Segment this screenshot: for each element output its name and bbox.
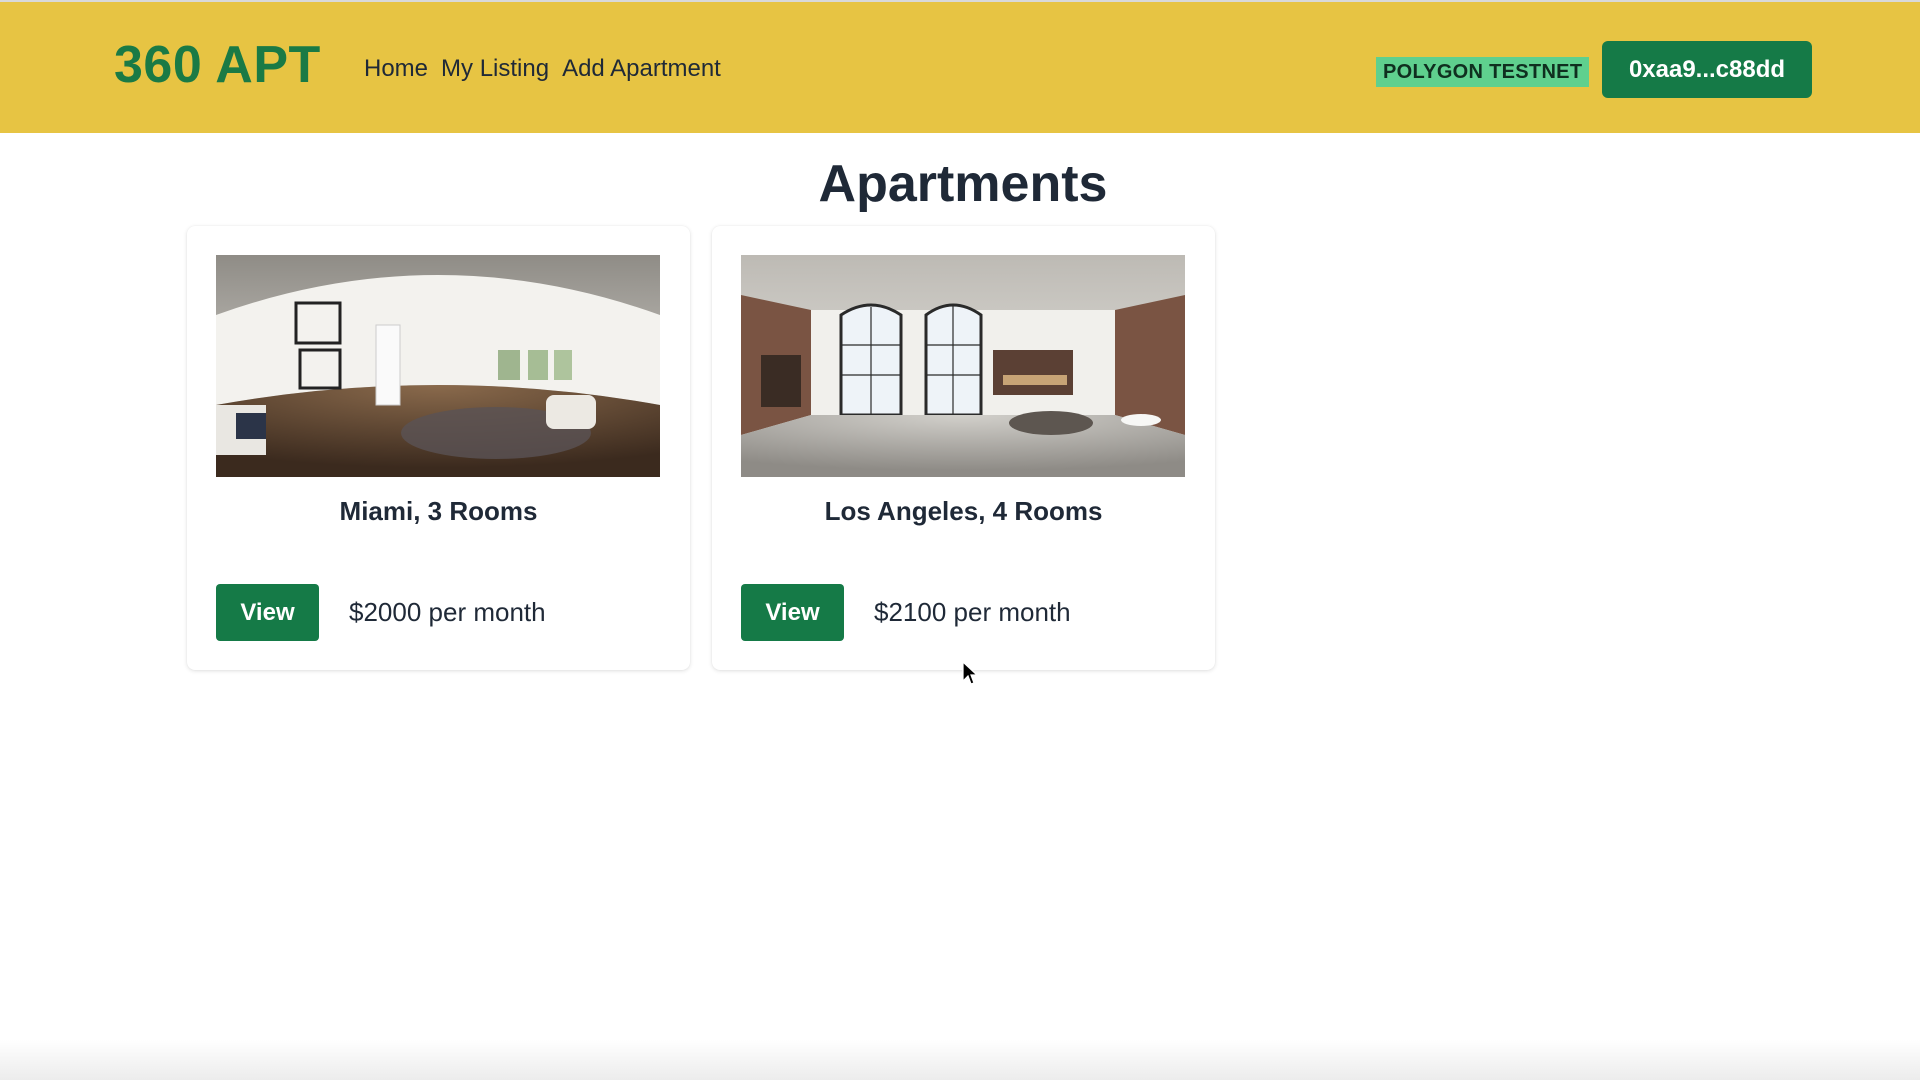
nav-home-link[interactable]: Home <box>364 54 428 84</box>
listing-card-los-angeles: Los Angeles, 4 Rooms View $2100 per mont… <box>712 226 1215 670</box>
listing-price: $2000 per month <box>349 597 546 627</box>
listing-title: Miami, 3 Rooms <box>339 496 538 526</box>
view-button[interactable]: View <box>216 584 319 641</box>
page-title: Apartments <box>818 155 1108 213</box>
main-nav: Home My Listing Add Apartment <box>364 54 721 84</box>
listing-price: $2100 per month <box>874 597 1071 627</box>
top-navbar: 360 APT Home My Listing Add Apartment PO… <box>0 0 1920 133</box>
panorama-living-room-image <box>216 255 660 477</box>
wallet-address-button[interactable]: 0xaa9...c88dd <box>1602 41 1812 98</box>
listing-card-miami: Miami, 3 Rooms View $2000 per month <box>187 226 690 670</box>
bottom-edge <box>0 1040 1920 1080</box>
network-badge: POLYGON TESTNET <box>1376 57 1590 87</box>
listing-image-miami[interactable] <box>216 255 660 477</box>
view-button[interactable]: View <box>741 584 844 641</box>
brand-logo[interactable]: 360 APT <box>114 34 321 96</box>
nav-add-apartment-link[interactable]: Add Apartment <box>562 54 721 84</box>
listing-image-los-angeles[interactable] <box>741 255 1185 477</box>
panorama-loft-image <box>741 255 1185 477</box>
nav-my-listing-link[interactable]: My Listing <box>441 54 549 84</box>
mouse-cursor-icon <box>962 661 978 685</box>
listing-title: Los Angeles, 4 Rooms <box>824 496 1103 526</box>
